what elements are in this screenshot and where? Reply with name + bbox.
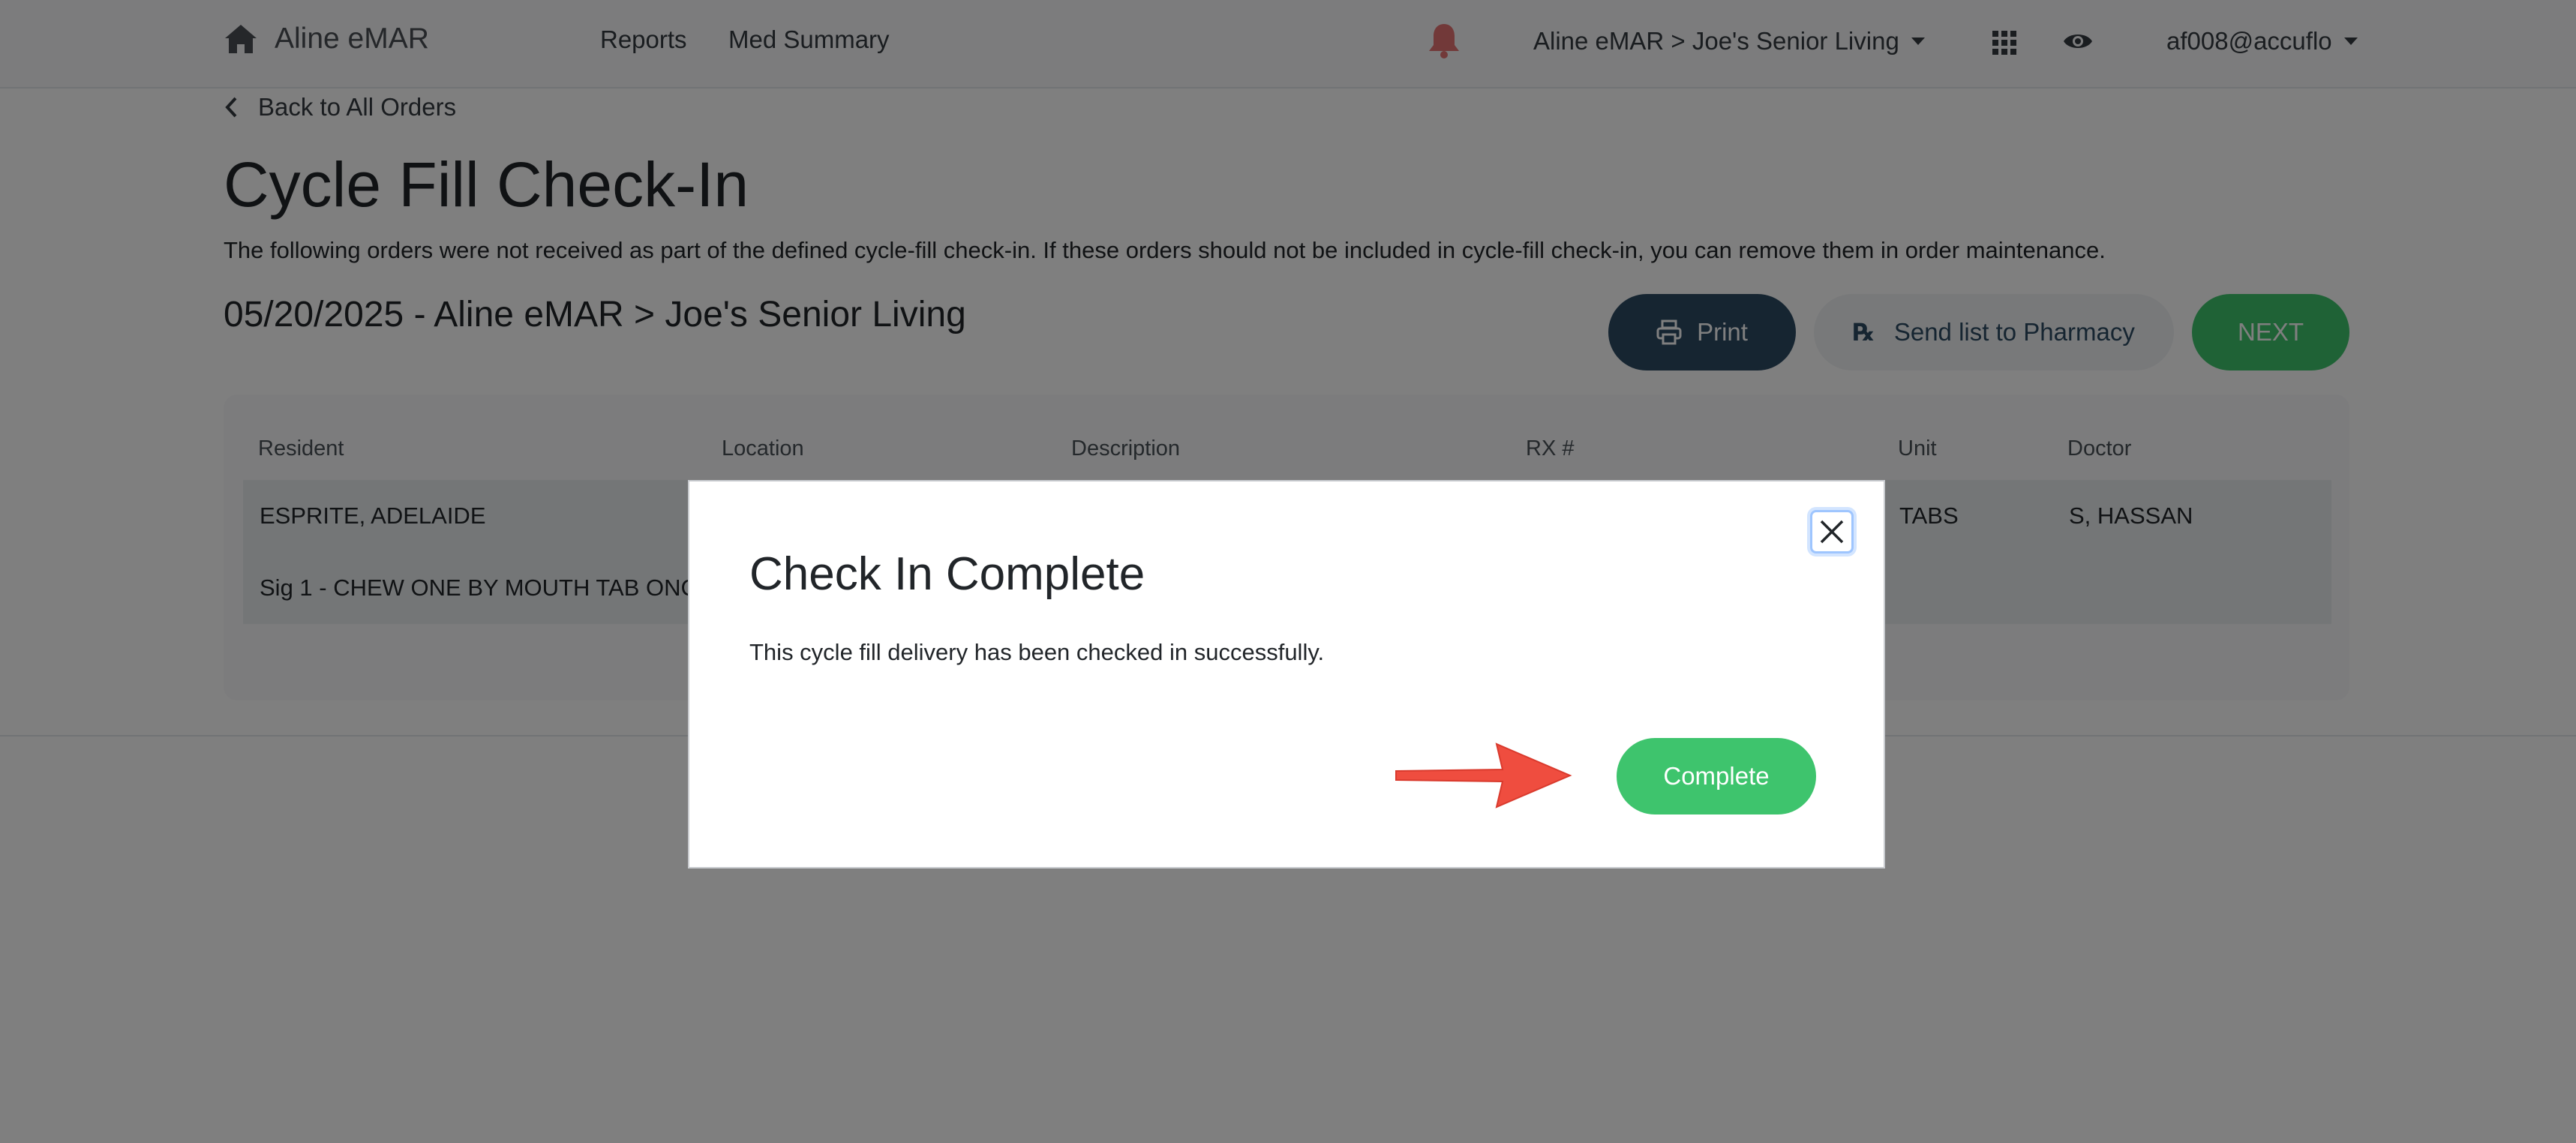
modal-message: This cycle fill delivery has been checke… bbox=[749, 639, 1325, 665]
modal-title: Check In Complete bbox=[749, 548, 1145, 600]
close-button[interactable] bbox=[1810, 510, 1854, 554]
check-in-complete-modal: Check In Complete This cycle fill delive… bbox=[688, 480, 1885, 868]
complete-button[interactable]: Complete bbox=[1617, 738, 1816, 814]
close-icon bbox=[1820, 520, 1844, 544]
arrow-annotation bbox=[1395, 742, 1572, 808]
app-page: Aline eMAR Reports Med Summary Aline eMA… bbox=[0, 0, 2576, 1143]
